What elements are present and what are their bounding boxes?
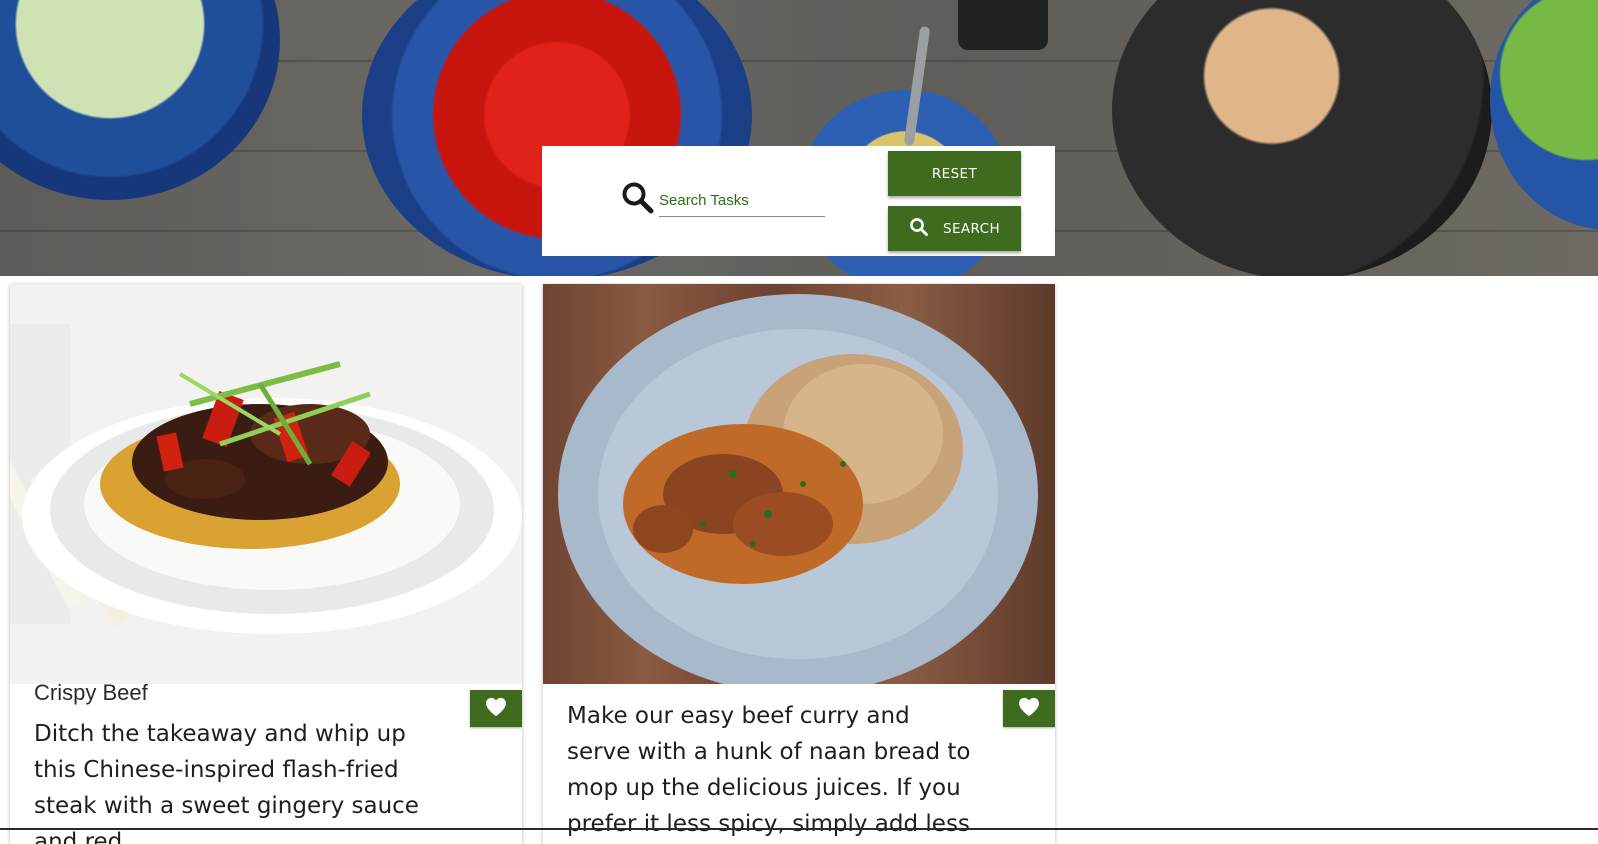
lettuce-plate-image [1490,0,1598,230]
favorite-button[interactable] [470,690,522,727]
heart-icon [1018,697,1040,720]
search-icon [621,181,655,215]
cucumber-plate-image [0,0,280,200]
reset-button-label: RESET [931,165,978,182]
recipe-image [10,284,522,684]
recipe-card[interactable]: Crispy Beef Ditch the takeaway and whip … [10,284,522,844]
favorite-button[interactable] [1003,690,1055,727]
search-icon [909,217,929,241]
search-input[interactable] [659,184,825,217]
pine-nut-pan-image [1112,0,1492,276]
bottle-image [958,0,1048,50]
recipe-description: Ditch the takeaway and whip up this Chin… [34,721,419,844]
search-button[interactable]: SEARCH [888,206,1021,251]
recipe-title: Crispy Beef [34,680,148,705]
heart-icon [485,697,507,720]
recipe-description: Make our easy beef curry and serve with … [567,703,971,837]
recipe-image [543,284,1055,684]
reset-button[interactable]: RESET [888,151,1021,196]
search-button-label: SEARCH [942,220,1001,237]
recipe-card[interactable]: Make our easy beef curry and serve with … [543,284,1055,844]
search-panel: RESET SEARCH [542,146,1055,256]
